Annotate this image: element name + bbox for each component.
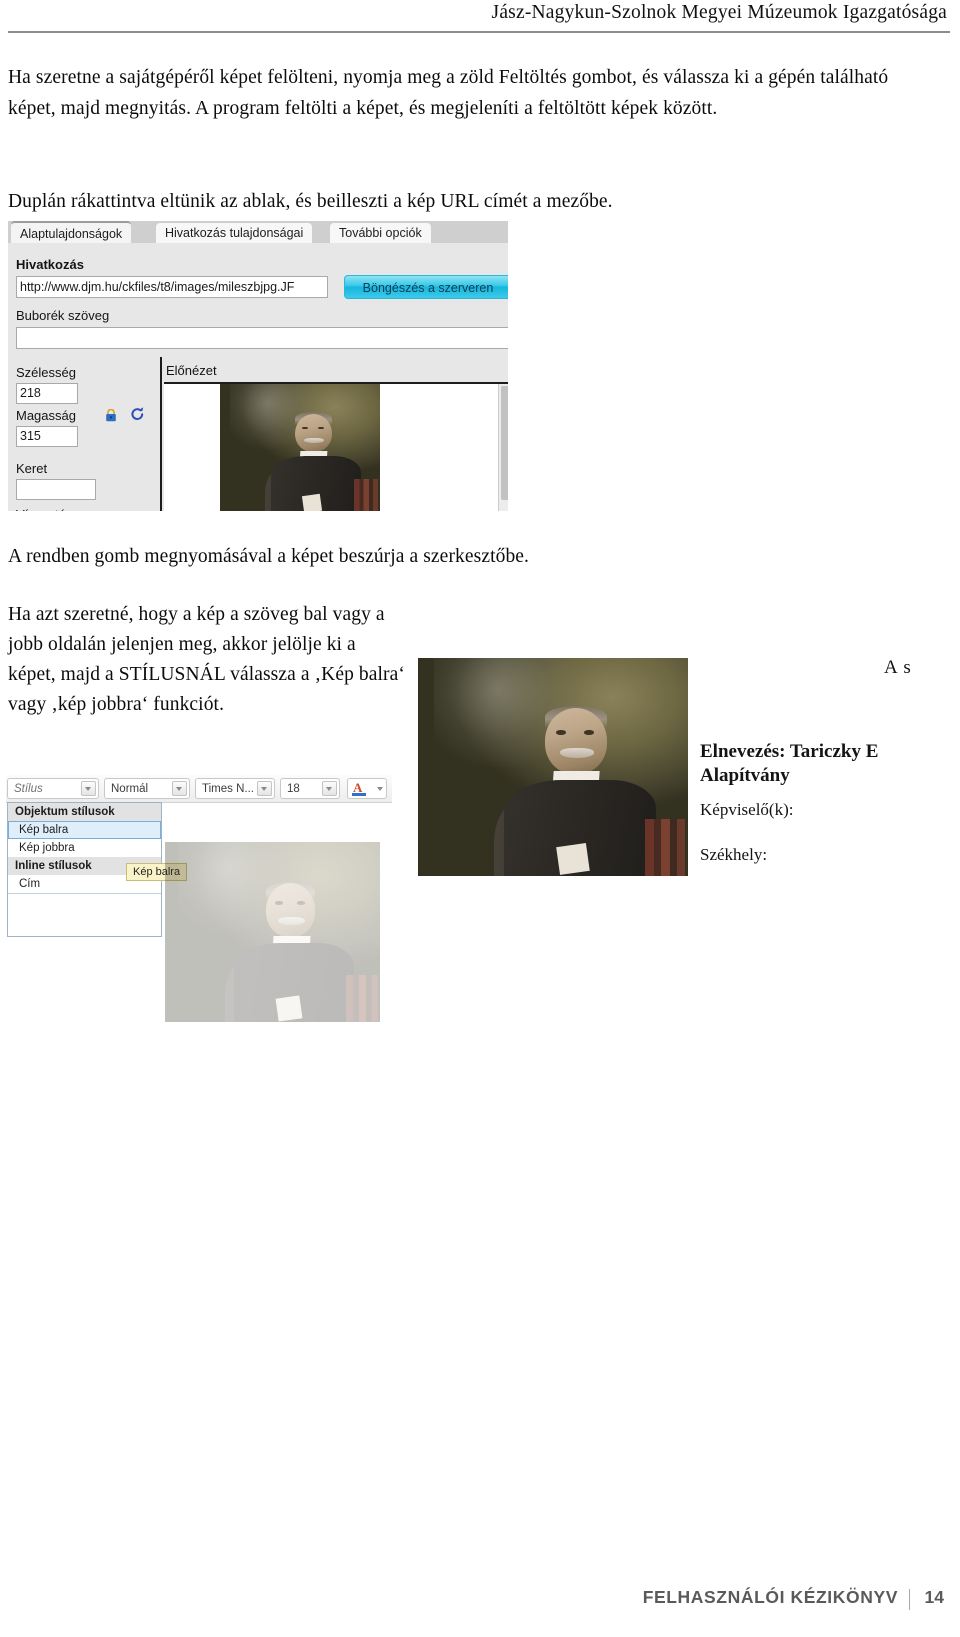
- image-preview-box: [164, 382, 508, 511]
- article-portrait-image-small: [165, 842, 380, 1022]
- chevron-down-icon[interactable]: [172, 781, 187, 796]
- preview-scrollbar[interactable]: [498, 384, 508, 511]
- dialog-tabstrip: Alaptulajdonságok Hivatkozás tulajdonság…: [8, 221, 508, 245]
- text-color-button[interactable]: A: [347, 778, 387, 799]
- snippet-seat-label: Székhely:: [700, 845, 768, 864]
- refresh-icon[interactable]: [130, 406, 145, 422]
- format-combo[interactable]: Normál: [104, 778, 190, 799]
- dialog-body: Hivatkozás http://www.djm.hu/ckfiles/t8/…: [8, 243, 508, 511]
- paragraph-upload-instructions: Ha szeretne a sajátgépéről képet felölte…: [8, 67, 889, 119]
- page-footer: FELHASZNÁLÓI KÉZIKÖNYV 14: [0, 1587, 960, 1615]
- style-combo-label: Stílus: [14, 783, 43, 795]
- format-combo-label: Normál: [111, 783, 149, 795]
- browse-server-button[interactable]: Böngészés a szerveren: [344, 275, 508, 299]
- height-input[interactable]: 315: [16, 426, 78, 447]
- image-properties-dialog-screenshot: Alaptulajdonságok Hivatkozás tulajdonság…: [8, 221, 508, 511]
- font-combo-label: Times N...: [202, 783, 254, 795]
- font-combo[interactable]: Times N...: [195, 778, 275, 799]
- page-header: Jász-Nagykun-Szolnok Megyei Múzeumok Iga…: [0, 0, 960, 40]
- tab-alaptulajdonsagok[interactable]: Alaptulajdonságok: [11, 221, 132, 245]
- dropdown-empty-area: [8, 893, 161, 936]
- tab-tovabbi-opciok[interactable]: További opciók: [330, 223, 431, 243]
- snippet-fragment-as: A s: [884, 657, 912, 678]
- chevron-down-icon[interactable]: [322, 781, 337, 796]
- chevron-down-icon[interactable]: [257, 781, 272, 796]
- tooltip-field-label: Buborék szöveg: [16, 308, 110, 323]
- footer-divider: [909, 1589, 910, 1610]
- height-field-label: Magasság: [16, 408, 76, 423]
- page-title: Jász-Nagykun-Szolnok Megyei Múzeumok Iga…: [491, 2, 947, 23]
- dropdown-group-object-styles: Objektum stílusok: [8, 803, 161, 821]
- text-color-swatch: [352, 793, 366, 796]
- border-field-label: Keret: [16, 461, 48, 476]
- preview-portrait-image: [220, 384, 380, 511]
- snippet-organization-name: Elnevezés: Tariczky E: [700, 741, 879, 762]
- tooltip-input[interactable]: [16, 327, 508, 349]
- paragraph-image-alignment: Ha azt szeretné, hogy a kép a szöveg bal…: [8, 604, 405, 715]
- font-size-combo-label: 18: [287, 783, 300, 795]
- link-field-label: Hivatkozás: [16, 257, 84, 272]
- style-combo[interactable]: Stílus: [7, 778, 99, 799]
- width-input[interactable]: 218: [16, 383, 78, 404]
- header-divider: [8, 31, 950, 33]
- chevron-down-icon[interactable]: [377, 787, 383, 791]
- preview-label: Előnézet: [166, 363, 217, 378]
- dropdown-item-kep-balra[interactable]: Kép balra: [8, 821, 161, 839]
- border-input[interactable]: [16, 479, 96, 500]
- footer-manual-label: FELHASZNÁLÓI KÉZIKÖNYV: [642, 1587, 898, 1607]
- width-field-label: Szélesség: [16, 365, 76, 380]
- dropdown-item-kep-jobbra[interactable]: Kép jobbra: [8, 839, 161, 857]
- link-url-input[interactable]: http://www.djm.hu/ckfiles/t8/images/mile…: [16, 276, 328, 298]
- font-size-combo[interactable]: 18: [280, 778, 340, 799]
- editor-toolbar: Stílus Normál Times N... 18 A: [6, 775, 392, 803]
- lock-icon[interactable]: [105, 408, 117, 422]
- dialog-column-divider: [160, 357, 162, 511]
- snippet-representative-label: Képviselő(k):: [700, 800, 794, 819]
- article-portrait-image-large: [418, 658, 688, 876]
- hspace-field-label: Vízsz. táv: [16, 507, 72, 511]
- footer-page-number: 14: [924, 1587, 944, 1607]
- snippet-organization-name-second-line: Alapítvány: [700, 765, 790, 786]
- paragraph-double-click: Duplán rákattintva eltünik az ablak, és …: [8, 191, 613, 212]
- paragraph-ok-button: A rendben gomb megnyomásával a képet bes…: [8, 546, 530, 567]
- tab-hivatkozas-tulajdonsagai[interactable]: Hivatkozás tulajdonságai: [156, 223, 313, 243]
- chevron-down-icon[interactable]: [81, 781, 96, 796]
- preview-scrollbar-thumb[interactable]: [501, 386, 508, 500]
